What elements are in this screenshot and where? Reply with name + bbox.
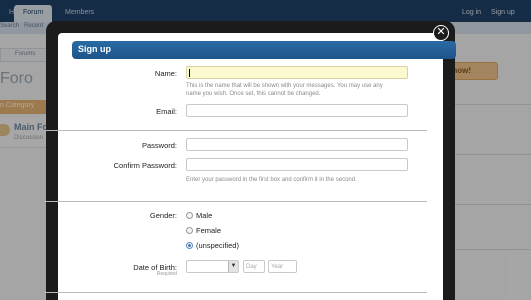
required-note: Required	[156, 271, 177, 277]
password-label: Password:	[141, 141, 177, 150]
section-divider	[44, 201, 427, 202]
dob-year-input[interactable]: Year	[268, 260, 297, 273]
radio-button[interactable]	[186, 227, 193, 234]
gender-option-label: (unspecified)	[196, 241, 239, 250]
gender-option-male[interactable]: Male	[186, 211, 212, 220]
radio-button[interactable]	[186, 212, 193, 219]
email-field[interactable]	[186, 104, 408, 117]
password-field[interactable]	[186, 138, 408, 151]
email-label: Email:	[156, 107, 177, 116]
section-divider	[44, 130, 427, 131]
modal-header: Sign up	[72, 41, 456, 59]
dob-day-input[interactable]: Day	[243, 260, 265, 273]
chevron-down-icon[interactable]: ▼	[228, 261, 238, 272]
dob-month-select[interactable]: ▼	[186, 260, 239, 273]
confirm-password-label: Confirm Password:	[113, 161, 177, 170]
gender-option-female[interactable]: Female	[186, 226, 221, 235]
section-divider	[44, 292, 427, 293]
radio-button-selected[interactable]	[186, 242, 193, 249]
gender-option-unspecified[interactable]: (unspecified)	[186, 241, 239, 250]
gender-label: Gender:	[149, 211, 177, 220]
password-hint: Enter your password in the first box and…	[186, 177, 357, 183]
name-input[interactable]	[186, 66, 408, 79]
modal-title: Sign up	[78, 44, 111, 54]
confirm-password-field[interactable]	[186, 158, 408, 171]
text-cursor	[189, 69, 190, 77]
gender-option-label: Male	[196, 211, 213, 220]
name-label: Name:	[154, 69, 177, 78]
close-icon[interactable]: ✕	[433, 25, 449, 41]
gender-option-label: Female	[196, 226, 222, 235]
name-hint-line1: This is the name that will be shown with…	[186, 83, 383, 89]
name-hint-line2: name you wish. Once set, this cannot be …	[186, 91, 321, 97]
